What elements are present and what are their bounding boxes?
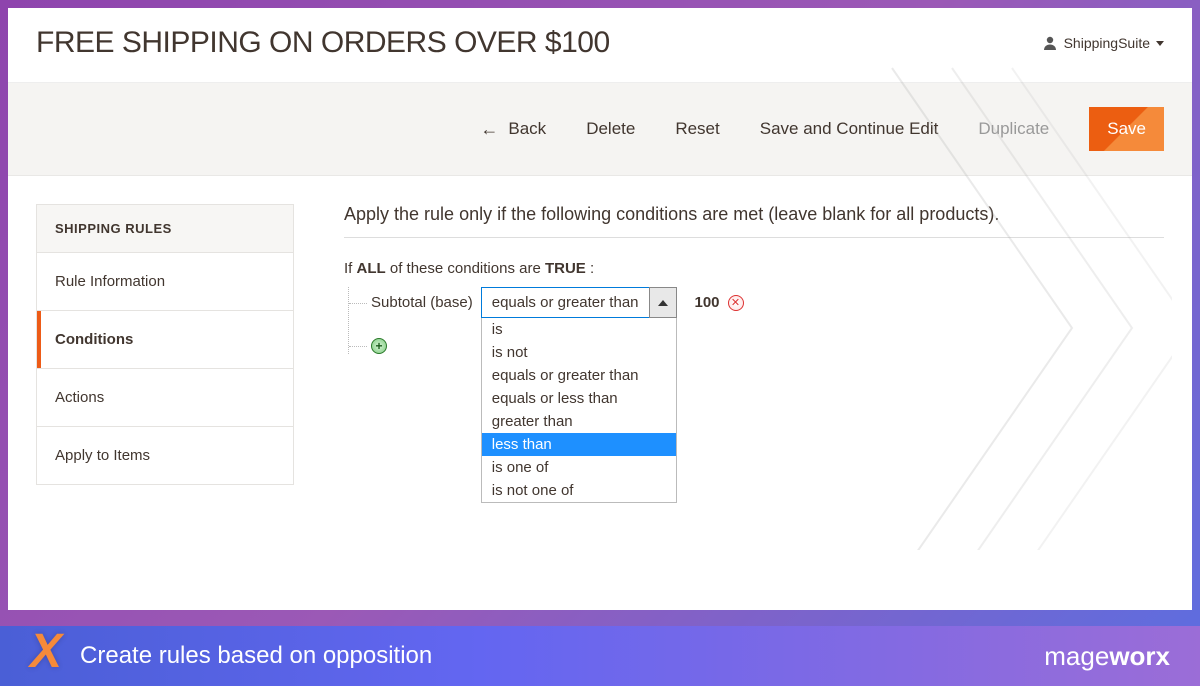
operator-select[interactable]: equals or greater than isis notequals or… bbox=[481, 287, 677, 318]
user-menu[interactable]: ShippingSuite bbox=[1042, 35, 1164, 51]
brand-light: mage bbox=[1044, 641, 1109, 671]
text-mid: of these conditions are bbox=[386, 260, 545, 277]
brand-logo: mageworx bbox=[1044, 641, 1170, 672]
toolbar: ← Back Delete Reset Save and Continue Ed… bbox=[8, 82, 1192, 176]
add-condition-icon[interactable]: + bbox=[371, 338, 387, 354]
promo-footer: X Create rules based on opposition magew… bbox=[0, 626, 1200, 686]
sidebar: SHIPPING RULES Rule InformationCondition… bbox=[36, 204, 294, 485]
operator-option[interactable]: equals or greater than bbox=[482, 364, 676, 387]
operator-option[interactable]: is not one of bbox=[482, 479, 676, 502]
sidebar-item-actions[interactable]: Actions bbox=[37, 369, 293, 427]
brand-bold: worx bbox=[1109, 641, 1170, 671]
sidebar-item-rule-information[interactable]: Rule Information bbox=[37, 253, 293, 311]
page-title: FREE SHIPPING ON ORDERS OVER $100 bbox=[36, 26, 610, 60]
user-icon bbox=[1042, 35, 1058, 51]
aggregator-value[interactable]: ALL bbox=[357, 260, 386, 277]
save-continue-button[interactable]: Save and Continue Edit bbox=[760, 119, 939, 139]
back-label: Back bbox=[508, 119, 546, 139]
condition-row: Subtotal (base) equals or greater than i… bbox=[371, 287, 1164, 318]
operator-selected: equals or greater than bbox=[481, 287, 649, 318]
arrow-left-icon: ← bbox=[480, 119, 498, 140]
back-button[interactable]: ← Back bbox=[480, 119, 546, 140]
condition-attribute[interactable]: Subtotal (base) bbox=[371, 294, 473, 311]
duplicate-button[interactable]: Duplicate bbox=[978, 119, 1049, 139]
condition-value[interactable]: 100 bbox=[695, 294, 720, 311]
condition-aggregator-line: If ALL of these conditions are TRUE : bbox=[344, 260, 1164, 277]
triangle-up-icon bbox=[658, 300, 668, 306]
operator-option[interactable]: less than bbox=[482, 433, 676, 456]
delete-button[interactable]: Delete bbox=[586, 119, 635, 139]
sidebar-header: SHIPPING RULES bbox=[37, 205, 293, 253]
reset-button[interactable]: Reset bbox=[675, 119, 719, 139]
save-button[interactable]: Save bbox=[1089, 107, 1164, 151]
caret-down-icon bbox=[1156, 41, 1164, 46]
conditions-heading: Apply the rule only if the following con… bbox=[344, 204, 1164, 238]
operator-toggle[interactable] bbox=[649, 287, 677, 318]
operator-option[interactable]: is not bbox=[482, 341, 676, 364]
operator-option[interactable]: is bbox=[482, 318, 676, 341]
text-colon: : bbox=[586, 260, 594, 277]
sidebar-item-apply-to-items[interactable]: Apply to Items bbox=[37, 427, 293, 484]
operator-option[interactable]: is one of bbox=[482, 456, 676, 479]
bool-value[interactable]: TRUE bbox=[545, 260, 586, 277]
operator-option[interactable]: greater than bbox=[482, 410, 676, 433]
conditions-panel: Apply the rule only if the following con… bbox=[344, 204, 1164, 485]
user-name: ShippingSuite bbox=[1064, 35, 1150, 51]
operator-option[interactable]: equals or less than bbox=[482, 387, 676, 410]
remove-condition-icon[interactable]: ✕ bbox=[728, 295, 744, 311]
text-if: If bbox=[344, 260, 357, 277]
operator-dropdown: isis notequals or greater thanequals or … bbox=[481, 318, 677, 503]
sidebar-item-conditions[interactable]: Conditions bbox=[37, 311, 293, 369]
x-logo-icon: X bbox=[30, 628, 62, 676]
footer-caption: Create rules based on opposition bbox=[80, 642, 432, 670]
